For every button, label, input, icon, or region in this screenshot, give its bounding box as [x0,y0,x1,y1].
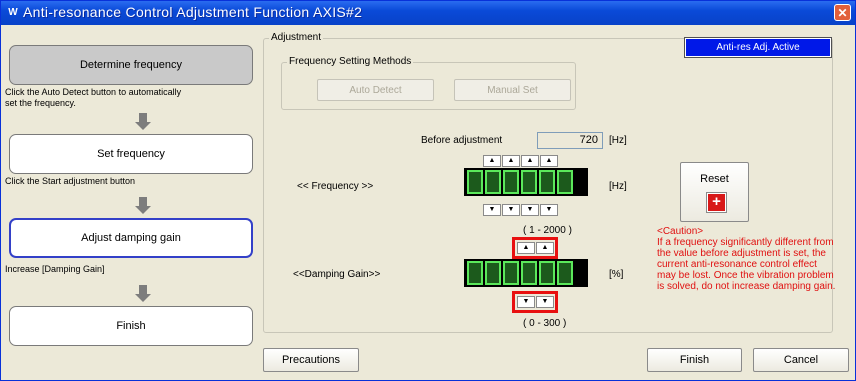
step-adjust-damping-gain: Adjust damping gain [9,218,253,258]
step-label: Determine frequency [79,59,183,71]
frequency-up-button[interactable]: ▲ [502,155,520,167]
frequency-label: << Frequency >> [297,181,374,192]
hint-determine-frequency: Click the Auto Detect button to automati… [5,87,182,108]
close-button[interactable]: ✕ [834,4,851,21]
lcd-digit [503,261,519,285]
frequency-down-button[interactable]: ▼ [502,204,520,216]
lcd-digit [485,170,501,194]
reset-button[interactable]: Reset + [680,162,749,222]
frequency-up-button[interactable]: ▲ [483,155,501,167]
damping-gain-range: ( 0 - 300 ) [523,318,567,329]
damping-up-button[interactable]: ▲ [536,242,554,254]
before-adjustment-unit: [Hz] [609,135,627,146]
window-title: Anti-resonance Control Adjustment Functi… [23,4,363,20]
frequency-decrement-row: ▼ ▼ ▼ ▼ [483,204,558,216]
precautions-button[interactable]: Precautions [263,348,359,372]
frequency-setting-methods-label: Frequency Setting Methods [287,56,414,67]
lcd-digit [467,261,483,285]
adjustment-window: W Anti-resonance Control Adjustment Func… [0,0,856,381]
status-badge: Anti-res Adj. Active [684,37,832,58]
damping-gain-label: <<Damping Gain>> [293,269,381,280]
frequency-up-button[interactable]: ▲ [521,155,539,167]
before-adjustment-label: Before adjustment [421,135,503,146]
first-aid-icon: + [706,192,727,213]
step-finish: Finish [9,306,253,346]
manual-set-button[interactable]: Manual Set [454,79,571,101]
adjustment-group-label: Adjustment [269,32,324,43]
damping-down-button[interactable]: ▼ [517,296,535,308]
lcd-digit [557,261,573,285]
cancel-button[interactable]: Cancel [753,348,849,372]
frequency-down-button[interactable]: ▼ [540,204,558,216]
hint-set-frequency: Click the Start adjustment button [5,176,136,186]
lcd-digit [503,170,519,194]
lcd-digit [557,170,573,194]
auto-detect-button[interactable]: Auto Detect [317,79,434,101]
step-label: Finish [116,320,146,332]
reset-label: Reset [700,173,729,185]
caution-title: <Caution> [657,226,704,237]
frequency-down-button[interactable]: ▼ [521,204,539,216]
frequency-lcd-display [464,168,588,196]
caution-body: If a frequency significantly different f… [657,237,836,292]
hint-adjust-damping-gain: Increase [Damping Gain] [5,264,105,274]
step-label: Adjust damping gain [81,232,181,244]
step-label: Set frequency [97,148,165,160]
lcd-digit [539,170,555,194]
app-icon: W [8,7,18,18]
lcd-digit [521,261,537,285]
frequency-down-button[interactable]: ▼ [483,204,501,216]
before-adjustment-value: 720 [537,132,603,149]
lcd-digit [539,261,555,285]
frequency-unit: [Hz] [609,181,627,192]
step-determine-frequency: Determine frequency [9,45,253,85]
step-set-frequency: Set frequency [9,134,253,174]
damping-gain-unit: [%] [609,269,624,280]
frequency-increment-row: ▲ ▲ ▲ ▲ [483,155,558,167]
damping-lcd-display [464,259,588,287]
lcd-digit [485,261,501,285]
damping-up-button[interactable]: ▲ [517,242,535,254]
frequency-range: ( 1 - 2000 ) [523,225,572,236]
lcd-digit [521,170,537,194]
finish-button[interactable]: Finish [647,348,742,372]
lcd-digit [467,170,483,194]
damping-down-button[interactable]: ▼ [536,296,554,308]
damping-decrement-row: ▼ ▼ [517,296,554,308]
damping-increment-row: ▲ ▲ [517,242,554,254]
caution-message: <Caution> If a frequency significantly d… [657,226,837,292]
title-bar[interactable]: W Anti-resonance Control Adjustment Func… [1,1,855,25]
frequency-up-button[interactable]: ▲ [540,155,558,167]
